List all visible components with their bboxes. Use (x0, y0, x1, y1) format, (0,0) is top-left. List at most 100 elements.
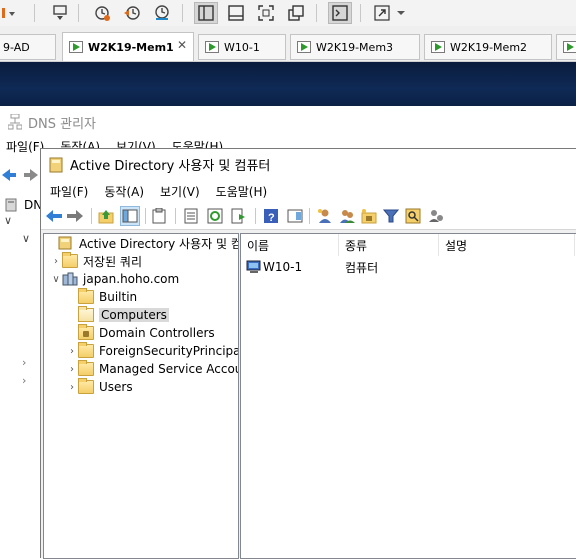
column-header-label: 이름 (247, 238, 270, 253)
vm-tab-w2k19-mem1[interactable]: W2K19-Mem1 ✕ (62, 32, 194, 61)
up-folder-icon[interactable] (96, 206, 116, 226)
aduc-app-icon (49, 157, 63, 172)
help-icon[interactable]: ? (261, 206, 281, 226)
filter-icon[interactable] (381, 206, 401, 226)
tree-item-label: 저장된 쿼리 (83, 254, 143, 269)
guest-desktop (0, 62, 576, 106)
snapshot-take-icon[interactable] (90, 2, 114, 24)
send-ctrl-alt-del-icon[interactable] (48, 2, 72, 24)
column-header-type[interactable]: 종류 (339, 234, 439, 256)
add-to-group-icon[interactable] (427, 206, 447, 226)
tree-item-computers[interactable]: Computers (66, 306, 169, 324)
dropdown-caret-icon[interactable] (0, 2, 18, 24)
collapse-chevron-icon[interactable]: › (50, 252, 62, 270)
vm-tab-ad[interactable]: 9-AD (0, 34, 56, 60)
folder-icon (78, 378, 94, 394)
collapse-chevron-icon[interactable]: › (66, 360, 78, 378)
dns-menu-file[interactable]: 파일(F) (6, 138, 44, 158)
aduc-menu-help[interactable]: 도움말(H) (216, 183, 268, 200)
folder-icon (62, 252, 78, 268)
new-ou-icon[interactable] (359, 206, 379, 226)
new-user-icon[interactable] (315, 206, 335, 226)
clipboard-icon[interactable] (149, 206, 169, 226)
collapse-chevron-icon[interactable]: › (66, 342, 78, 360)
dns-server-icon (5, 198, 17, 212)
vm-tab-w10-1[interactable]: W10-1 (198, 34, 286, 60)
domain-icon (62, 272, 78, 286)
show-hide-console-tree-icon[interactable] (120, 206, 140, 226)
aduc-root-icon (58, 236, 74, 250)
vm-running-icon (297, 41, 311, 53)
tree-item-label: Domain Controllers (99, 326, 215, 340)
aduc-menu-bar: 파일(F) 동작(A) 보기(V) 도움말(H) (41, 180, 576, 202)
expand-chevron-icon[interactable]: ∨ (22, 232, 30, 245)
tree-item-domain-controllers[interactable]: Domain Controllers (66, 324, 215, 342)
view-library-icon[interactable] (194, 2, 218, 24)
collapse-chevron-icon[interactable]: › (22, 374, 26, 387)
tree-item-label: japan.hoho.com (83, 272, 180, 286)
column-header-description[interactable]: 설명 (439, 234, 575, 256)
tree-item-users[interactable]: › Users (66, 378, 133, 396)
folder-icon (78, 288, 94, 304)
export-list-icon[interactable] (229, 206, 249, 226)
tree-item-foreign-security-principals[interactable]: › ForeignSecurityPrincipal (66, 342, 239, 360)
tree-root[interactable]: Active Directory 사용자 및 컴퓨터 (46, 234, 238, 252)
close-icon[interactable]: ✕ (177, 38, 187, 52)
dns-nav-arrows[interactable] (0, 166, 40, 188)
open-folder-icon (78, 306, 94, 322)
fullscreen-dropdown-icon[interactable] (394, 2, 408, 24)
fit-guest-icon[interactable] (254, 2, 278, 24)
folder-icon (78, 360, 94, 376)
back-arrow-icon[interactable] (44, 206, 64, 226)
computer-icon (246, 260, 262, 274)
find-icon[interactable] (403, 206, 423, 226)
tree-item-builtin[interactable]: Builtin (66, 288, 137, 306)
folder-icon (78, 342, 94, 358)
vm-running-icon (205, 41, 219, 53)
console-tree: Active Directory 사용자 및 컴퓨터 › 저장된 쿼리 ∨ ja… (43, 233, 239, 559)
vm-tab-w2k19-mem2[interactable]: W2K19-Mem2 (424, 34, 552, 60)
snapshot-manager-icon[interactable] (150, 2, 174, 24)
vm-tab-bar: 9-AD W2K19-Mem1 ✕ W10-1 W2K19-Mem3 W2K19… (0, 26, 576, 62)
row-type-cell: 컴퓨터 (345, 260, 379, 275)
properties-icon[interactable] (181, 206, 201, 226)
unity-icon[interactable] (284, 2, 308, 24)
console-icon[interactable] (328, 2, 352, 24)
details-list: 이름 종류 설명 W10-1 컴퓨터 (240, 233, 576, 559)
column-header-label: 설명 (445, 238, 468, 253)
dns-app-icon (8, 114, 22, 130)
action-pane-icon[interactable] (285, 206, 305, 226)
vm-tab-w2k19-mem3[interactable]: W2K19-Mem3 (290, 34, 420, 60)
tree-root-label: Active Directory 사용자 및 컴퓨터 (79, 236, 238, 251)
vm-tab-label: W10-1 (224, 40, 260, 54)
aduc-toolbar: ? (41, 202, 576, 230)
forward-arrow-icon[interactable] (65, 206, 85, 226)
aduc-menu-action[interactable]: 동작(A) (104, 183, 144, 200)
expand-chevron-icon[interactable]: ∨ (50, 270, 62, 288)
aduc-window: Active Directory 사용자 및 컴퓨터 파일(F) 동작(A) 보… (40, 148, 576, 559)
tree-item-managed-service-accounts[interactable]: › Managed Service Accou (66, 360, 239, 378)
new-group-icon[interactable] (337, 206, 357, 226)
collapse-chevron-icon[interactable]: › (66, 378, 78, 396)
tree-item-label: Users (99, 380, 133, 394)
fullscreen-icon[interactable] (370, 2, 394, 24)
collapse-chevron-icon[interactable]: › (22, 356, 26, 369)
tree-item-domain[interactable]: ∨ japan.hoho.com (50, 270, 179, 288)
dns-title-bar: DNS 관리자 (0, 106, 576, 138)
aduc-window-title: Active Directory 사용자 및 컴퓨터 (70, 159, 271, 174)
vm-tab-overflow[interactable] (556, 34, 576, 60)
aduc-menu-view[interactable]: 보기(V) (160, 183, 200, 200)
vm-tab-label: 9-AD (3, 40, 30, 54)
aduc-menu-file[interactable]: 파일(F) (50, 183, 88, 200)
view-thumbnail-icon[interactable] (224, 2, 248, 24)
column-header-name[interactable]: 이름 (241, 234, 339, 256)
table-row[interactable]: W10-1 컴퓨터 (241, 258, 571, 276)
expand-chevron-icon[interactable]: ∨ (4, 214, 12, 227)
refresh-icon[interactable] (205, 206, 225, 226)
column-header-label: 종류 (345, 238, 368, 253)
tree-item-saved-queries[interactable]: › 저장된 쿼리 (50, 252, 142, 270)
tree-item-label: Managed Service Accou (99, 362, 239, 376)
vm-tab-label: W2K19-Mem1 (88, 40, 174, 54)
tree-item-label: ForeignSecurityPrincipal (99, 344, 239, 358)
snapshot-revert-icon[interactable] (120, 2, 144, 24)
